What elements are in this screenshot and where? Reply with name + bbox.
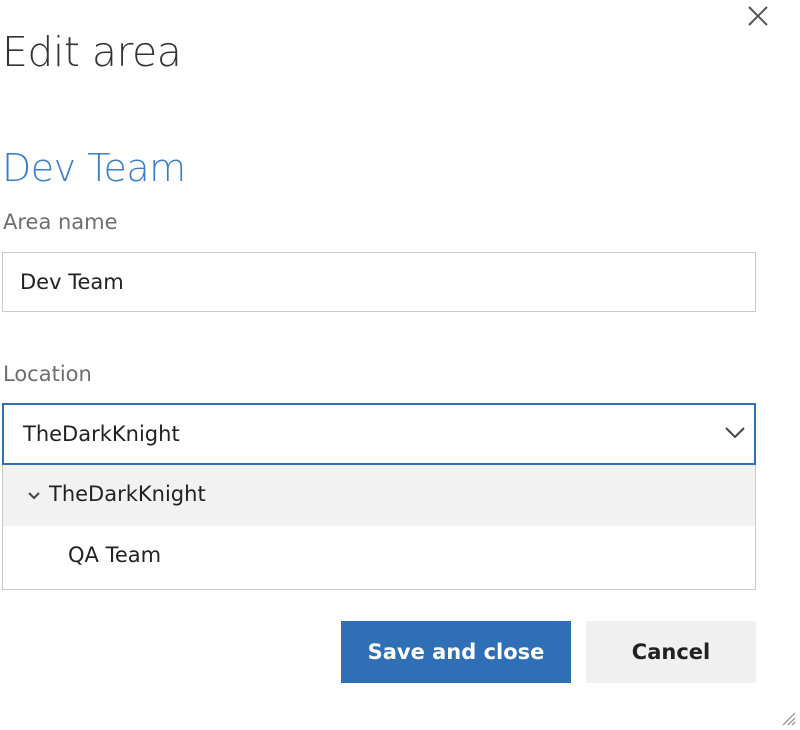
area-name-input[interactable] — [2, 252, 756, 312]
location-label: Location — [3, 362, 92, 386]
chevron-down-icon — [725, 427, 745, 439]
save-and-close-button[interactable]: Save and close — [341, 621, 571, 683]
location-select[interactable]: TheDarkKnight — [2, 403, 756, 465]
cancel-button[interactable]: Cancel — [586, 621, 756, 683]
area-name-label: Area name — [3, 210, 118, 234]
location-dropdown: TheDarkKnight QA Team — [2, 465, 756, 590]
tree-item-root[interactable]: TheDarkKnight — [3, 465, 755, 526]
close-button[interactable] — [744, 2, 772, 30]
resize-grip[interactable] — [780, 710, 796, 726]
close-icon — [748, 6, 768, 26]
location-select-value: TheDarkKnight — [23, 422, 180, 446]
dialog-title: Edit area — [2, 28, 182, 76]
tree-item-child[interactable]: QA Team — [3, 526, 755, 587]
chevron-down-icon[interactable] — [27, 491, 41, 501]
tree-item-label: QA Team — [68, 543, 162, 567]
resize-grip-icon — [782, 712, 796, 726]
area-heading: Dev Team — [2, 146, 186, 190]
tree-item-label: TheDarkKnight — [49, 482, 206, 506]
